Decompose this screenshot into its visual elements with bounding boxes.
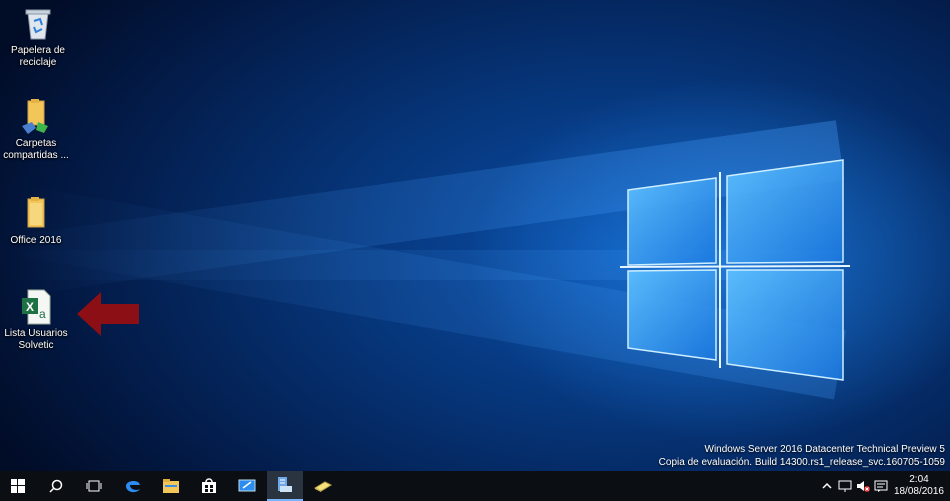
clock-date: 18/08/2016 [893, 486, 944, 497]
shared-folder-icon [18, 98, 54, 136]
store-icon [202, 478, 216, 493]
notifications-icon[interactable] [874, 479, 888, 493]
desktop-icon-label: Lista Usuarios Solvetic [4, 328, 68, 351]
desktop-icon-recycle-bin[interactable]: Papelera de reciclaje [2, 5, 74, 69]
edge-taskbar-button[interactable] [115, 471, 151, 501]
desktop-icon-label: Papelera de reciclaje [11, 45, 65, 68]
file-explorer-icon [163, 479, 179, 493]
windows-logo-wallpaper [619, 159, 851, 381]
watermark-line-1: Windows Server 2016 Datacenter Technical… [704, 444, 946, 455]
search-button[interactable] [38, 471, 74, 501]
desktop-icon-label: Office 2016 [10, 235, 62, 246]
chevron-up-icon[interactable] [820, 479, 834, 493]
desktop-icon-lista-usuarios-solvetic[interactable]: X a Lista Usuarios Solvetic [0, 288, 72, 352]
search-icon [49, 479, 63, 493]
file-explorer-taskbar-button[interactable] [153, 471, 189, 501]
task-view-icon [86, 480, 102, 492]
volume-muted-icon[interactable] [856, 479, 870, 493]
start-icon [11, 479, 25, 493]
store-taskbar-button[interactable] [191, 471, 227, 501]
red-arrow-icon [77, 292, 139, 336]
remote-desktop-taskbar-button[interactable] [229, 471, 265, 501]
excel-file-icon: X a [18, 288, 54, 326]
taskbar-clock[interactable]: 2:04 18/08/2016 [894, 474, 944, 498]
eraser-app-taskbar-button[interactable] [305, 471, 341, 501]
start-button[interactable] [0, 471, 36, 501]
desktop-icon-label: Carpetas compartidas ... [3, 138, 69, 161]
edge-icon [126, 480, 140, 493]
taskbar: 2:04 18/08/2016 [0, 471, 950, 501]
desktop-icon-shared-folders[interactable]: Carpetas compartidas ... [0, 98, 72, 162]
server-manager-icon [278, 477, 292, 492]
desktop-background: Papelera de reciclaje Carpetas compartid… [0, 0, 950, 471]
network-icon[interactable] [838, 479, 852, 493]
eraser-app-icon [313, 481, 333, 492]
recycle-bin-icon [20, 5, 56, 43]
server-manager-taskbar-button[interactable] [267, 471, 303, 501]
clock-time: 2:04 [909, 474, 929, 485]
watermark-line-2: Copia de evaluación. Build 14300.rs1_rel… [658, 457, 945, 468]
folder-icon [18, 195, 54, 233]
desktop-icon-office-2016[interactable]: Office 2016 [0, 195, 72, 247]
remote-desktop-icon [238, 479, 256, 492]
svg-text:a: a [39, 307, 46, 321]
svg-text:X: X [26, 300, 34, 314]
task-view-button[interactable] [76, 471, 112, 501]
